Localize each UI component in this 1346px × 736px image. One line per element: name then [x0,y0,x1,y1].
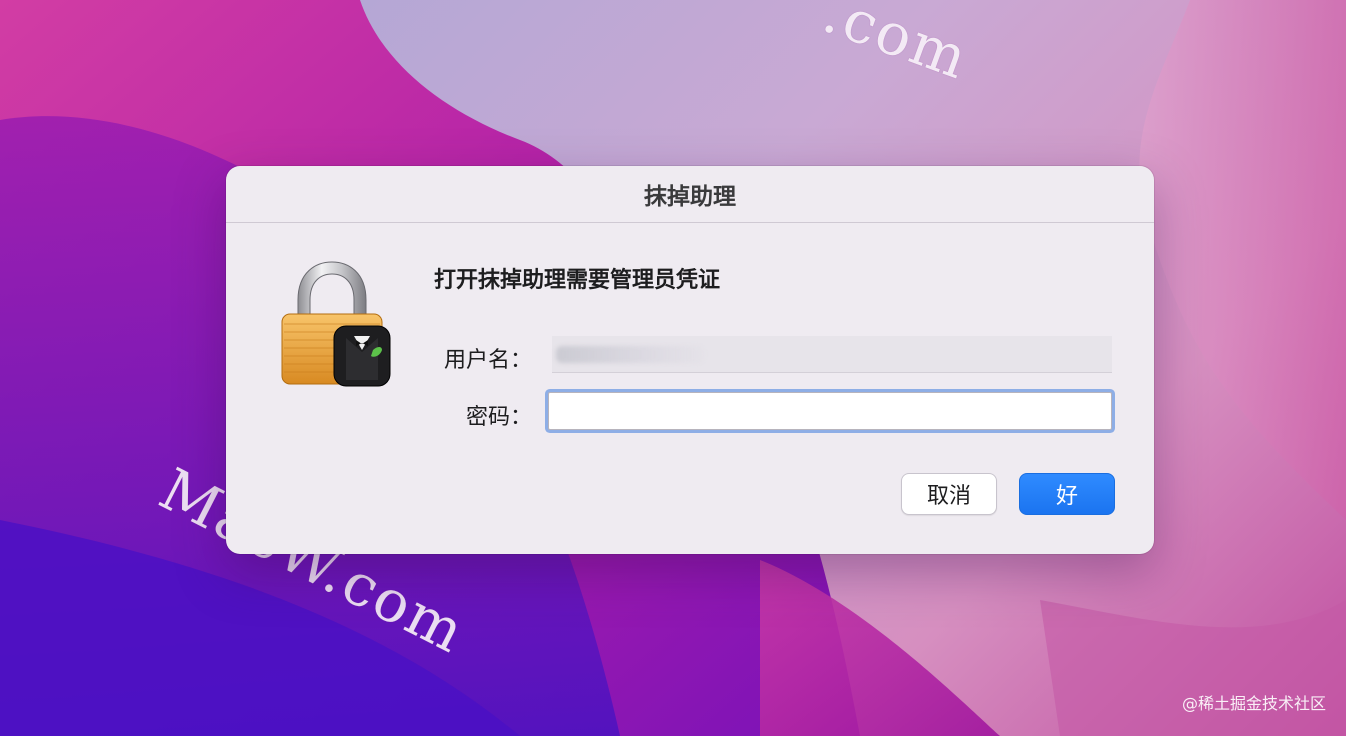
desktop-wallpaper: .com MacW.com @稀土掘金技术社区 抹掉助理 打开抹掉助理需要管理员… [0,0,1346,736]
username-redacted-value [556,346,704,363]
dialog-title: 抹掉助理 [644,184,736,210]
password-label: 密码： [465,405,532,430]
ok-button[interactable]: 好 [1019,473,1115,515]
username-label: 用户名： [443,348,532,373]
dialog-heading: 打开抹掉助理需要管理员凭证 [434,268,721,293]
lock-icon [281,261,391,387]
cancel-button[interactable]: 取消 [901,473,997,515]
password-field[interactable] [548,392,1112,430]
dialog-titlebar: 抹掉助理 [226,166,1154,223]
source-credit: @稀土掘金技术社区 [1181,694,1326,713]
username-field[interactable] [552,336,1112,373]
auth-dialog: 抹掉助理 打开抹掉助理需要管理员凭证 用户名： 密码： 取消 好 [226,166,1154,554]
